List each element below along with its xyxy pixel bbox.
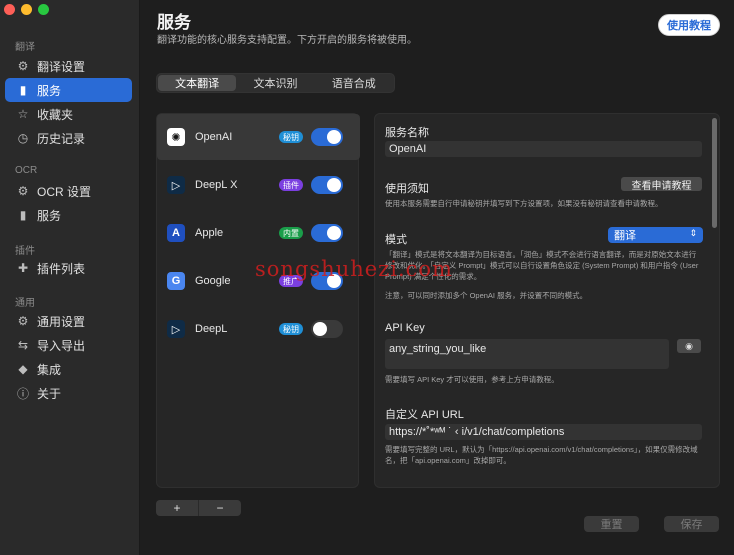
sidebar-item-ocr-services[interactable]: ▮ 服务	[5, 203, 132, 227]
service-toggle[interactable]	[311, 128, 343, 146]
service-list: ✺ OpenAI 秘钥 ▷ DeepL X 插件 A Apple 内置 G Go…	[156, 113, 360, 488]
sidebar-item-general-settings[interactable]: ⚙ 通用设置	[5, 309, 132, 333]
info-icon: ⓘ	[16, 386, 29, 401]
minimize-window-button[interactable]	[21, 4, 32, 15]
chevron-updown-icon: ⇕	[689, 228, 697, 238]
bookmark-icon: ▮	[19, 208, 27, 222]
remove-service-button[interactable]: −	[198, 500, 241, 516]
service-name-field[interactable]: OpenAI	[385, 141, 702, 157]
openai-logo-icon: ✺	[167, 128, 185, 146]
bookmark-icon: ▮	[19, 83, 27, 97]
plug-icon: ◆	[18, 362, 28, 376]
sidebar-item-history[interactable]: ◷ 历史记录	[5, 126, 132, 150]
service-name: Apple	[195, 227, 224, 239]
mode-select-value: 翻译	[614, 230, 636, 242]
sidebar-item-label: 集成	[37, 362, 62, 377]
service-detail-panel: 服务名称 OpenAI 使用须知 查看申请教程 使用本服务需要自行申请秘钥并填写…	[374, 113, 720, 488]
service-badge: 秘钥	[279, 131, 303, 143]
service-type-tabs: 文本翻译 文本识别 语音合成	[156, 73, 395, 93]
sidebar-item-favorites[interactable]: ☆ 收藏夹	[5, 102, 132, 126]
window-controls	[4, 4, 49, 15]
page-subtitle: 翻译功能的核心服务支持配置。下方开启的服务将被使用。	[157, 35, 417, 46]
sidebar-section-general: 通用	[15, 298, 35, 309]
service-name: DeepL	[195, 323, 228, 335]
sidebar-item-integration[interactable]: ◆ 集成	[5, 357, 132, 381]
sidebar-item-label: 导入导出	[37, 338, 86, 353]
deepl-logo-icon: ▷	[167, 176, 185, 194]
api-url-field[interactable]: https://*˚*ʷᴹ ˙ ‹ i/v1/chat/completions	[385, 424, 702, 440]
eye-toggle-icon[interactable]: ◉	[677, 339, 701, 353]
watermark: songshuhezi.com	[255, 257, 453, 281]
sidebar-item-label: 翻译设置	[37, 59, 86, 74]
service-toggle[interactable]	[311, 320, 343, 338]
gear-icon: ⚙	[17, 314, 29, 328]
sidebar-item-label: 收藏夹	[37, 107, 74, 122]
tutorial-button[interactable]: 使用教程	[658, 14, 720, 36]
detail-scrollbar[interactable]	[712, 118, 717, 478]
close-window-button[interactable]	[4, 4, 15, 15]
service-name-label: 服务名称	[385, 127, 429, 139]
list-add-remove-control: + −	[156, 500, 241, 516]
add-service-button[interactable]: +	[156, 500, 198, 516]
scroll-thumb[interactable]	[712, 118, 717, 228]
sidebar-item-label: OCR 设置	[37, 184, 92, 199]
sidebar-item-import-export[interactable]: ⇆ 导入导出	[5, 333, 132, 357]
service-toggle[interactable]	[311, 224, 343, 242]
save-button[interactable]: 保存	[664, 516, 719, 532]
apple-translate-icon: A	[167, 224, 185, 242]
service-name: DeepL X	[195, 179, 238, 191]
sidebar-section-plugins: 插件	[15, 246, 35, 257]
sidebar-item-ocr-settings[interactable]: ⚙ OCR 设置	[5, 179, 132, 203]
api-key-label: API Key	[385, 322, 425, 334]
sidebar-item-label: 历史记录	[37, 131, 86, 146]
view-tutorial-button[interactable]: 查看申请教程	[621, 177, 702, 192]
sidebar-item-services[interactable]: ▮ 服务	[5, 78, 132, 102]
service-badge: 插件	[279, 179, 303, 191]
api-url-note: 需要填写完整的 URL，默认为「https://api.openai.com/v…	[385, 445, 698, 465]
service-badge: 内置	[279, 227, 303, 239]
puzzle-icon: ✚	[17, 261, 29, 275]
tab-text-translation[interactable]: 文本翻译	[158, 75, 237, 91]
service-row-openai[interactable]: ✺ OpenAI 秘钥	[157, 114, 360, 160]
deepl-logo-icon: ▷	[167, 320, 185, 338]
zoom-window-button[interactable]	[38, 4, 49, 15]
usage-label: 使用须知	[385, 183, 429, 195]
service-badge: 秘钥	[279, 323, 303, 335]
sidebar-section-ocr: OCR	[15, 165, 38, 176]
reset-button[interactable]: 重置	[584, 516, 639, 532]
sidebar-item-translate-settings[interactable]: ⚙ 翻译设置	[5, 54, 132, 78]
sidebar-item-label: 服务	[37, 83, 62, 98]
sidebar-item-label: 关于	[37, 386, 62, 401]
tab-speech-synthesis[interactable]: 语音合成	[315, 75, 393, 91]
mode-label: 模式	[385, 234, 407, 246]
mode-note-multiple: 注意，可以同时添加多个 OpenAI 服务，并设置不同的模式。	[385, 291, 588, 300]
sidebar-item-label: 通用设置	[37, 314, 86, 329]
sidebar: 翻译 ⚙ 翻译设置 ▮ 服务 ☆ 收藏夹 ◷ 历史记录 OCR ⚙ OCR 设置 ▮ 服务 …	[0, 0, 140, 555]
import-export-icon: ⇆	[17, 338, 29, 352]
service-row-deepl[interactable]: ▷ DeepL 秘钥	[157, 306, 360, 352]
page-title: 服务	[157, 13, 191, 32]
gear-icon: ⚙	[17, 59, 29, 73]
sidebar-item-about[interactable]: ⓘ 关于	[5, 381, 132, 405]
sidebar-item-label: 服务	[37, 208, 62, 223]
service-row-deeplx[interactable]: ▷ DeepL X 插件	[157, 162, 360, 208]
usage-note: 使用本服务需要自行申请秘钥并填写到下方设置项，如果没有秘钥请查看申请教程。	[385, 199, 663, 208]
service-toggle[interactable]	[311, 176, 343, 194]
api-key-field[interactable]: any_string_you_like	[385, 339, 669, 369]
service-row-apple[interactable]: A Apple 内置	[157, 210, 360, 256]
service-name: OpenAI	[195, 131, 233, 143]
api-url-label: 自定义 API URL	[385, 409, 464, 421]
api-key-note: 需要填写 API Key 才可以使用，参考上方申请教程。	[385, 375, 559, 384]
sidebar-section-translate: 翻译	[15, 42, 35, 53]
sidebar-item-plugin-list[interactable]: ✚ 插件列表	[5, 256, 132, 280]
star-icon: ☆	[17, 107, 29, 121]
tab-text-recognition[interactable]: 文本识别	[236, 75, 314, 91]
google-translate-icon: G	[167, 272, 185, 290]
sidebar-item-label: 插件列表	[37, 261, 86, 276]
mode-select[interactable]: 翻译 ⇕	[608, 227, 703, 243]
gear-icon: ⚙	[17, 184, 29, 198]
clock-icon: ◷	[17, 131, 29, 145]
